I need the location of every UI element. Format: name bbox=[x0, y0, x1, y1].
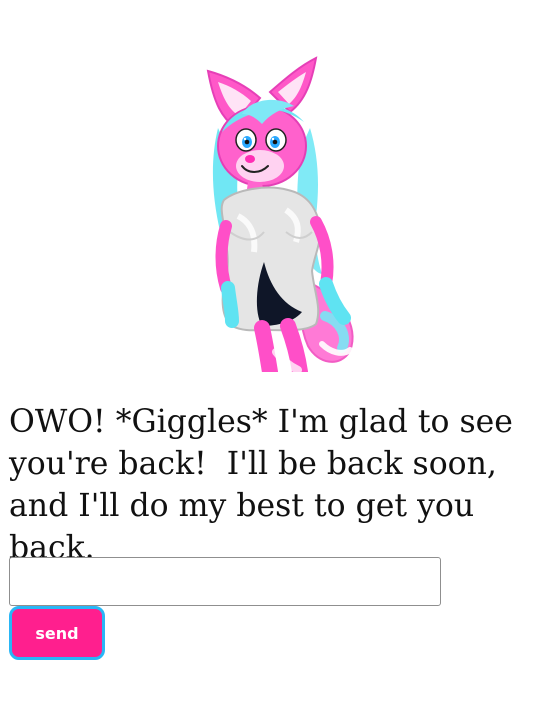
character-illustration bbox=[190, 46, 370, 372]
send-button[interactable]: send bbox=[9, 606, 105, 660]
fox-girl-icon bbox=[206, 56, 354, 372]
message-text: OWO! *Giggles* I'm glad to see you're ba… bbox=[9, 404, 523, 566]
message-input[interactable] bbox=[9, 557, 441, 606]
